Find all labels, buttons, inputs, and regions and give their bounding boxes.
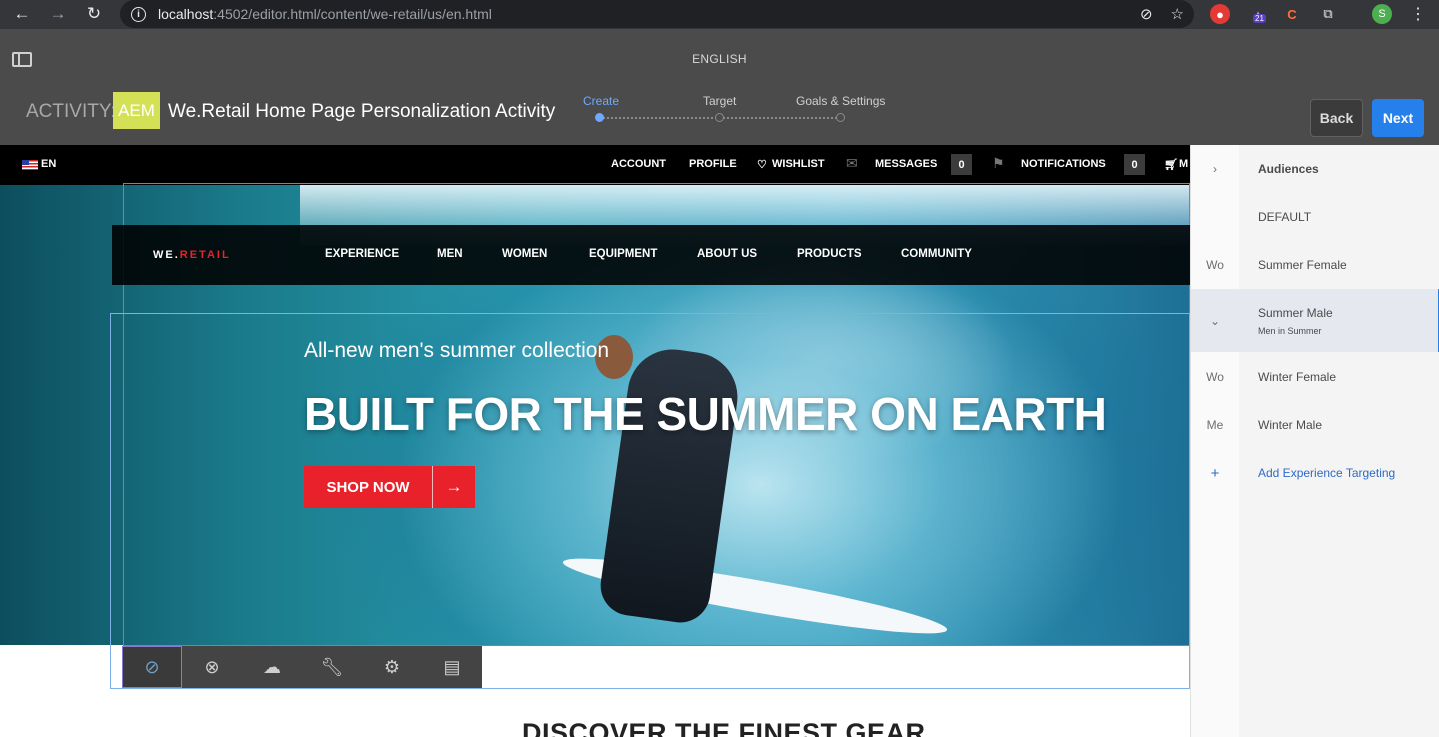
table-icon[interactable]: ▤	[422, 646, 482, 688]
add-experience-label: Add Experience Targeting	[1258, 466, 1396, 480]
audience-label: DEFAULT	[1258, 210, 1312, 224]
back-button[interactable]: Back	[1310, 99, 1363, 137]
upload-cloud-icon[interactable]: ☁	[242, 646, 302, 688]
info-icon[interactable]: i	[131, 6, 146, 22]
nav-about-us[interactable]: ABOUT US	[697, 248, 757, 260]
audience-label: Summer Male	[1258, 306, 1333, 320]
notifications-count-badge: 0	[1124, 154, 1145, 175]
next-button[interactable]: Next	[1372, 99, 1424, 137]
mail-icon: ✉	[846, 155, 858, 171]
audiences-header: › Audiences	[1191, 145, 1439, 193]
site-utility-bar: EN ACCOUNT PROFILE ♡ WISHLIST ✉ MESSAGES…	[0, 145, 1190, 185]
language-title: ENGLISH	[692, 52, 747, 66]
section-heading: DISCOVER THE FINEST GEAR	[522, 718, 926, 737]
audience-gutter: Me	[1206, 418, 1224, 432]
kebab-menu-icon[interactable]: ⋮	[1408, 4, 1428, 24]
url-text[interactable]: localhost:4502/editor.html/content/we-re…	[158, 6, 492, 22]
audiences-title: Audiences	[1258, 162, 1319, 176]
arrow-right-icon[interactable]: →	[45, 1, 71, 27]
flag-icon: ⚑	[992, 155, 1005, 171]
profile-avatar[interactable]: S	[1372, 4, 1392, 24]
cart-link[interactable]: M	[1179, 158, 1188, 170]
step-dot-goals	[836, 113, 845, 122]
wrench-icon[interactable]: 🔧︎	[302, 646, 362, 688]
nav-women[interactable]: WOMEN	[502, 248, 547, 260]
audience-row-winter-female[interactable]: Wo Winter Female	[1191, 353, 1439, 401]
arrow-left-icon[interactable]: ←	[9, 1, 35, 27]
address-bar[interactable]: i localhost:4502/editor.html/content/we-…	[120, 0, 1194, 28]
activity-name: We.Retail Home Page Personalization Acti…	[168, 101, 556, 122]
eye-off-icon[interactable]: ⊘	[1140, 5, 1153, 23]
extension-c-icon[interactable]: C	[1282, 4, 1302, 24]
wishlist-link[interactable]: WISHLIST	[772, 158, 825, 170]
account-link[interactable]: ACCOUNT	[611, 158, 666, 170]
brand-suffix: RETAIL	[179, 249, 231, 261]
puzzle-icon[interactable]: ⧉	[1318, 4, 1338, 24]
nav-community[interactable]: COMMUNITY	[901, 248, 972, 260]
nav-equipment[interactable]: EQUIPMENT	[589, 248, 657, 260]
url-path: :4502/editor.html/content/we-retail/us/e…	[213, 6, 492, 22]
messages-count-badge: 0	[951, 154, 972, 175]
audience-sublabel: Men in Summer	[1258, 326, 1322, 336]
audience-gutter: Wo	[1206, 370, 1224, 384]
cart-icon: 🛒︎	[1164, 159, 1178, 171]
step-dot-create	[595, 113, 604, 122]
site-logo[interactable]: WE.RETAIL	[153, 249, 231, 261]
step-dot-target	[715, 113, 724, 122]
disable-icon[interactable]: ⊘	[122, 646, 182, 688]
heart-icon: ♡	[757, 159, 767, 171]
audience-label: Summer Female	[1258, 258, 1347, 272]
step-target[interactable]: Target	[703, 94, 736, 108]
audience-gutter	[1191, 193, 1239, 241]
bookmark-star-icon[interactable]: ☆	[1171, 5, 1184, 23]
notifications-link[interactable]: NOTIFICATIONS	[1021, 158, 1106, 170]
step-create[interactable]: Create	[583, 94, 619, 108]
extension-red-icon[interactable]: ●	[1210, 4, 1230, 24]
add-experience-targeting[interactable]: + Add Experience Targeting	[1191, 449, 1439, 497]
close-circle-icon[interactable]: ⊗	[182, 646, 242, 688]
audience-label: Winter Male	[1258, 418, 1323, 432]
nav-experience[interactable]: EXPERIENCE	[325, 248, 399, 260]
site-main-nav: WE.RETAIL EXPERIENCE MEN WOMEN EQUIPMENT…	[112, 225, 1190, 285]
brand-prefix: WE.	[153, 249, 180, 261]
chevron-right-icon[interactable]: ›	[1191, 145, 1239, 193]
nav-products[interactable]: PRODUCTS	[797, 248, 862, 260]
audiences-panel: › Audiences DEFAULT Wo Summer Female ⌄ S…	[1190, 145, 1439, 737]
nav-men[interactable]: MEN	[437, 248, 463, 260]
component-toolbar: ⊘ ⊗ ☁ 🔧︎ ⚙ ▤	[122, 646, 482, 688]
reload-icon[interactable]: ↻	[81, 1, 107, 27]
audience-row-summer-female[interactable]: Wo Summer Female	[1191, 241, 1439, 289]
brand-badge: AEM	[113, 92, 160, 129]
language-selector[interactable]: EN	[41, 158, 56, 170]
gear-icon[interactable]: ⚙	[362, 646, 422, 688]
audience-row-winter-male[interactable]: Me Winter Male	[1191, 401, 1439, 449]
us-flag-icon	[22, 160, 38, 170]
profile-link[interactable]: PROFILE	[689, 158, 737, 170]
component-outline-selected[interactable]	[110, 313, 1190, 689]
chevron-down-icon[interactable]: ⌄	[1191, 289, 1239, 352]
browser-toolbar: ← → ↻ i localhost:4502/editor.html/conte…	[0, 0, 1439, 29]
audience-row-summer-male[interactable]: ⌄ Summer Male Men in Summer	[1191, 289, 1439, 352]
extension-badge: 21	[1253, 14, 1266, 23]
audience-label: Winter Female	[1258, 370, 1337, 384]
audience-row-default[interactable]: DEFAULT	[1191, 193, 1439, 241]
plus-icon: +	[1210, 464, 1220, 482]
editor-header: ENGLISH ACTIVITY: AEM We.Retail Home Pag…	[0, 29, 1439, 145]
step-goals-settings[interactable]: Goals & Settings	[796, 94, 885, 108]
messages-link[interactable]: MESSAGES	[875, 158, 937, 170]
url-host: localhost	[158, 6, 214, 22]
activity-label: ACTIVITY:	[26, 101, 116, 122]
audience-gutter: Wo	[1206, 258, 1224, 272]
